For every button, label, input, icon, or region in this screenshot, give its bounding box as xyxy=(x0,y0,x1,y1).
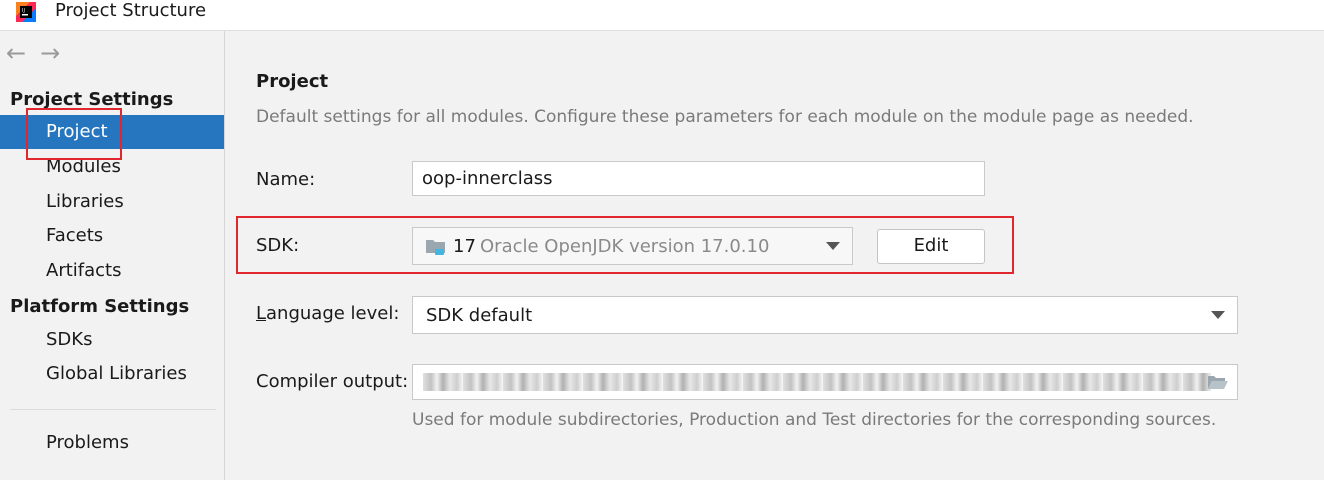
intellij-idea-icon: IJ xyxy=(16,2,36,22)
sidebar-separator xyxy=(10,409,216,410)
jdk-folder-icon xyxy=(426,240,445,255)
sidebar-item-problems[interactable]: Problems xyxy=(0,426,224,460)
sidebar-item-modules[interactable]: Modules xyxy=(0,150,224,184)
language-level-value: SDK default xyxy=(426,305,533,326)
window-title: Project Structure xyxy=(55,0,207,21)
forward-arrow-icon[interactable]: → xyxy=(40,39,74,67)
compiler-output-hint: Used for module subdirectories, Producti… xyxy=(412,410,1217,430)
section-project-settings: Project Settings xyxy=(10,89,174,110)
page-title: Project xyxy=(256,71,329,92)
sdk-dropdown[interactable]: 17 Oracle OpenJDK version 17.0.10 xyxy=(412,227,853,265)
compiler-output-field[interactable] xyxy=(412,364,1238,400)
sdk-version-number: 17 xyxy=(453,236,476,257)
name-value: oop-innerclass xyxy=(422,168,553,189)
svg-text:IJ: IJ xyxy=(22,8,25,14)
name-label: Name: xyxy=(256,169,316,190)
navigation-arrows: ←→ xyxy=(6,39,74,67)
chevron-down-icon xyxy=(826,242,840,250)
section-platform-settings: Platform Settings xyxy=(10,296,190,317)
blurred-path xyxy=(423,373,1211,391)
chevron-down-icon xyxy=(1211,311,1225,319)
name-field[interactable]: oop-innerclass xyxy=(412,161,985,196)
sidebar-item-global-libraries[interactable]: Global Libraries xyxy=(0,357,224,391)
main-panel: Project Default settings for all modules… xyxy=(225,31,1324,480)
sdk-version-text: Oracle OpenJDK version 17.0.10 xyxy=(480,236,770,257)
sidebar-item-project[interactable]: Project xyxy=(0,115,224,149)
back-arrow-icon[interactable]: ← xyxy=(6,39,40,67)
sidebar-item-facets[interactable]: Facets xyxy=(0,219,224,253)
sidebar: ←→ Project Settings Project Modules Libr… xyxy=(0,31,225,480)
page-description: Default settings for all modules. Config… xyxy=(256,107,1194,127)
edit-sdk-button[interactable]: Edit xyxy=(877,229,985,264)
language-level-label: Language level: xyxy=(256,303,399,324)
title-bar: IJ Project Structure xyxy=(0,0,1324,31)
folder-open-icon[interactable] xyxy=(1207,374,1229,390)
sidebar-item-sdks[interactable]: SDKs xyxy=(0,323,224,357)
compiler-output-label: Compiler output: xyxy=(256,371,409,392)
language-level-mnemonic: L xyxy=(256,303,267,324)
language-level-dropdown[interactable]: SDK default xyxy=(412,296,1238,334)
language-level-label-rest: anguage level: xyxy=(266,303,400,324)
sdk-label: SDK: xyxy=(256,235,300,256)
sidebar-item-artifacts[interactable]: Artifacts xyxy=(0,254,224,288)
sidebar-item-libraries[interactable]: Libraries xyxy=(0,185,224,219)
